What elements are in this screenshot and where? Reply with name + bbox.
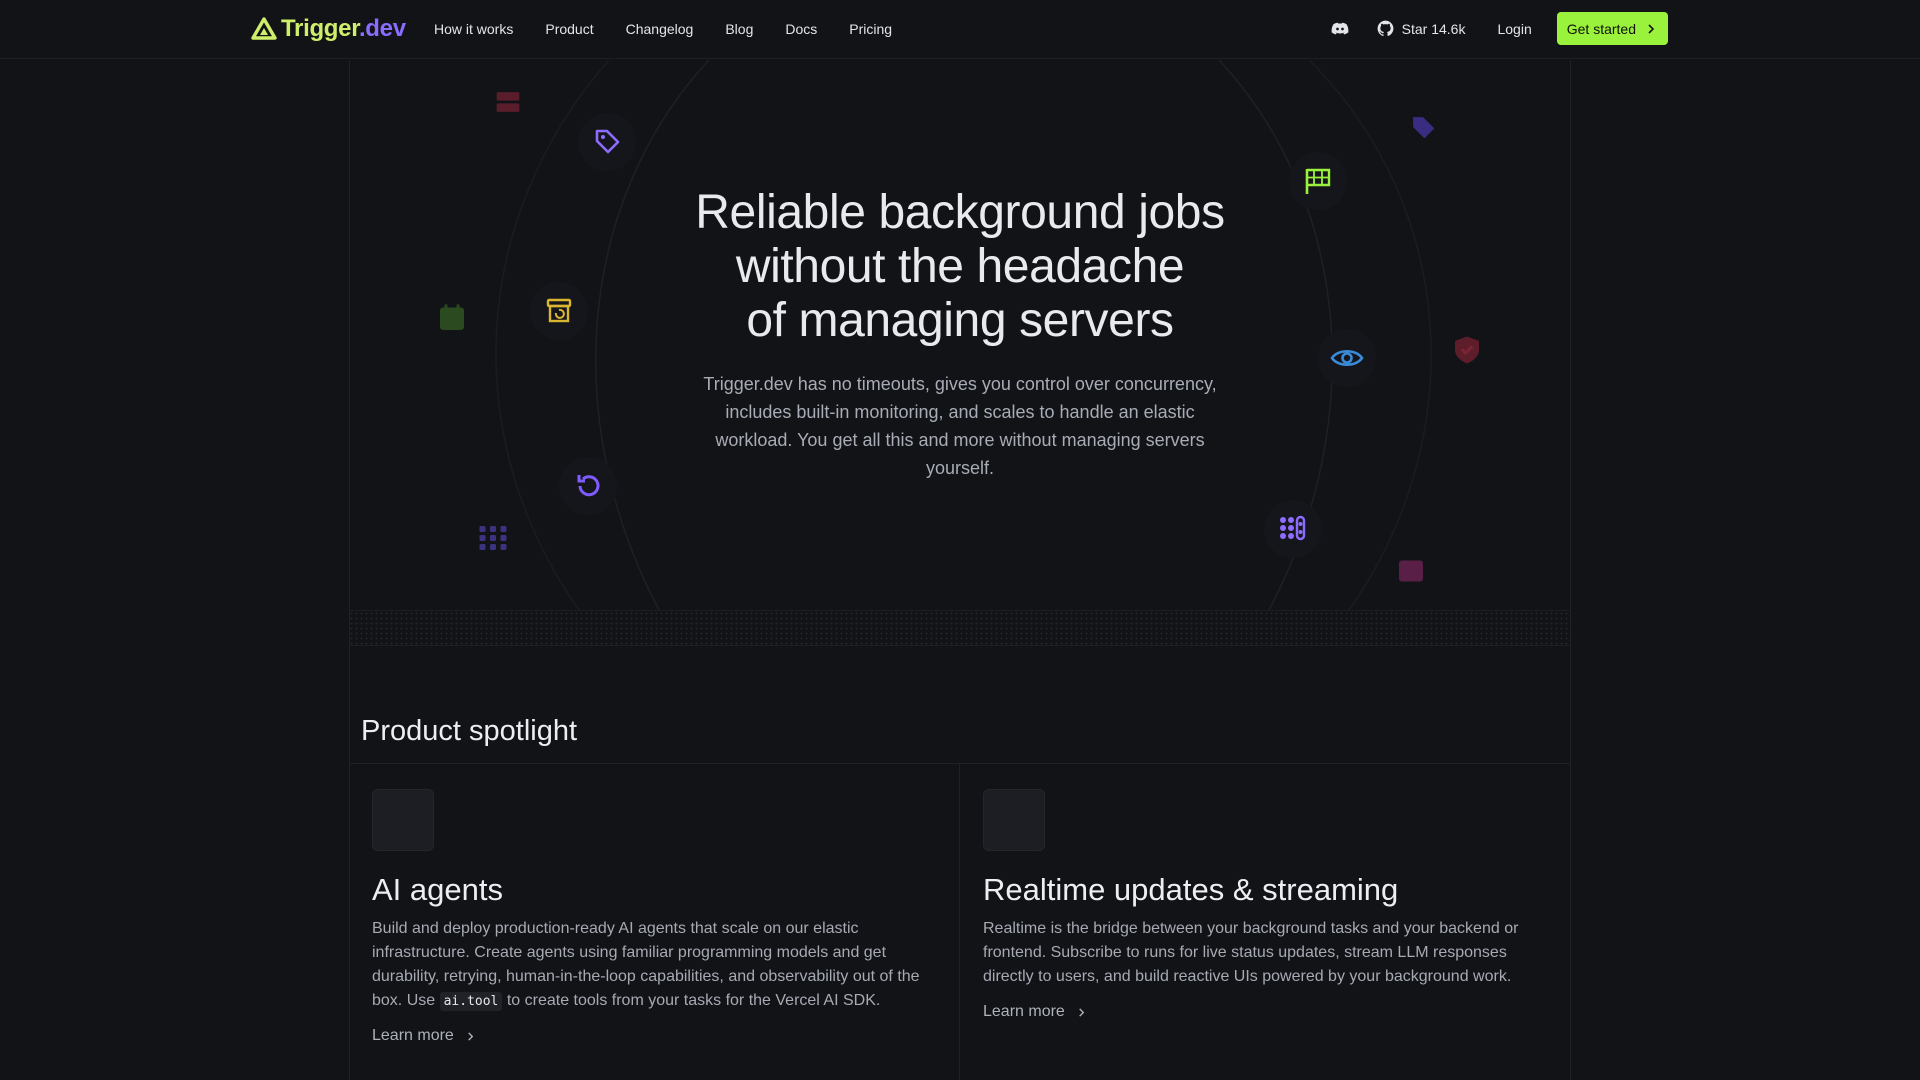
hero-subtitle: Trigger.dev has no timeouts, gives you c… — [703, 374, 1217, 478]
hero-section: Reliable background jobs without the hea… — [349, 60, 1571, 610]
realtime-card-image — [983, 789, 1045, 851]
nav-links: How it works Product Changelog Blog Docs… — [434, 21, 924, 37]
chevron-right-icon — [468, 1031, 474, 1041]
nav-changelog[interactable]: Changelog — [626, 21, 694, 37]
realtime-learn-more[interactable]: Learn more — [983, 1003, 1086, 1021]
hero-title-line-2: without the headache — [735, 240, 1185, 293]
box-faint-icon — [1393, 553, 1429, 589]
github-star-button[interactable]: Star 14.6k — [1376, 19, 1466, 38]
hero-title: Reliable background jobs without the hea… — [349, 186, 1571, 348]
github-star-count: Star 14.6k — [1401, 20, 1466, 37]
nav-product[interactable]: Product — [545, 21, 593, 37]
learn-more-label: Learn more — [372, 1027, 454, 1044]
discord-icon[interactable] — [1330, 19, 1350, 39]
login-link[interactable]: Login — [1497, 21, 1531, 37]
realtime-description: Realtime is the bridge between your back… — [983, 920, 1519, 985]
ai-tool-code: ai.tool — [439, 992, 503, 1011]
nav-right: Star 14.6k Login Get started — [1330, 12, 1668, 45]
ai-agents-learn-more[interactable]: Learn more — [372, 1027, 475, 1045]
tag-icon — [578, 113, 636, 171]
brand-name: Trigger.dev — [281, 15, 406, 42]
ai-agents-card: AI agents Build and deploy production-re… — [349, 764, 959, 1080]
ai-agents-title: AI agents — [372, 872, 503, 907]
realtime-card: Realtime updates & streaming Realtime is… — [960, 764, 1571, 1080]
chevron-right-icon — [1079, 1007, 1085, 1017]
server-icon — [491, 85, 525, 119]
ai-agents-description: Build and deploy production-ready AI age… — [372, 920, 920, 1011]
triangle-logo-icon — [251, 17, 277, 40]
learn-more-label: Learn more — [983, 1003, 1065, 1020]
hero-title-line-3: of managing servers — [746, 294, 1174, 347]
github-icon — [1377, 20, 1394, 37]
grid-dots-faint-icon — [475, 520, 511, 556]
nav-pricing[interactable]: Pricing — [849, 21, 892, 37]
nav-docs[interactable]: Docs — [785, 21, 817, 37]
nav-how-it-works[interactable]: How it works — [434, 21, 513, 37]
nav-blog[interactable]: Blog — [725, 21, 753, 37]
ai-agents-card-image — [372, 789, 434, 851]
get-started-button[interactable]: Get started — [1556, 12, 1668, 45]
retry-icon — [559, 457, 617, 515]
tag-faint-icon — [1406, 110, 1440, 144]
realtime-title: Realtime updates & streaming — [983, 872, 1399, 907]
grid-dots-icon — [1264, 500, 1322, 558]
top-navbar: Trigger.dev How it works Product Changel… — [0, 0, 1920, 59]
brand-logo[interactable]: Trigger.dev — [251, 15, 406, 43]
get-started-label: Get started — [1566, 20, 1636, 37]
product-spotlight-heading: Product spotlight — [361, 715, 578, 747]
dotted-divider — [349, 610, 1571, 646]
chevron-right-icon — [1648, 23, 1655, 34]
hero-title-line-1: Reliable background jobs — [695, 186, 1225, 239]
